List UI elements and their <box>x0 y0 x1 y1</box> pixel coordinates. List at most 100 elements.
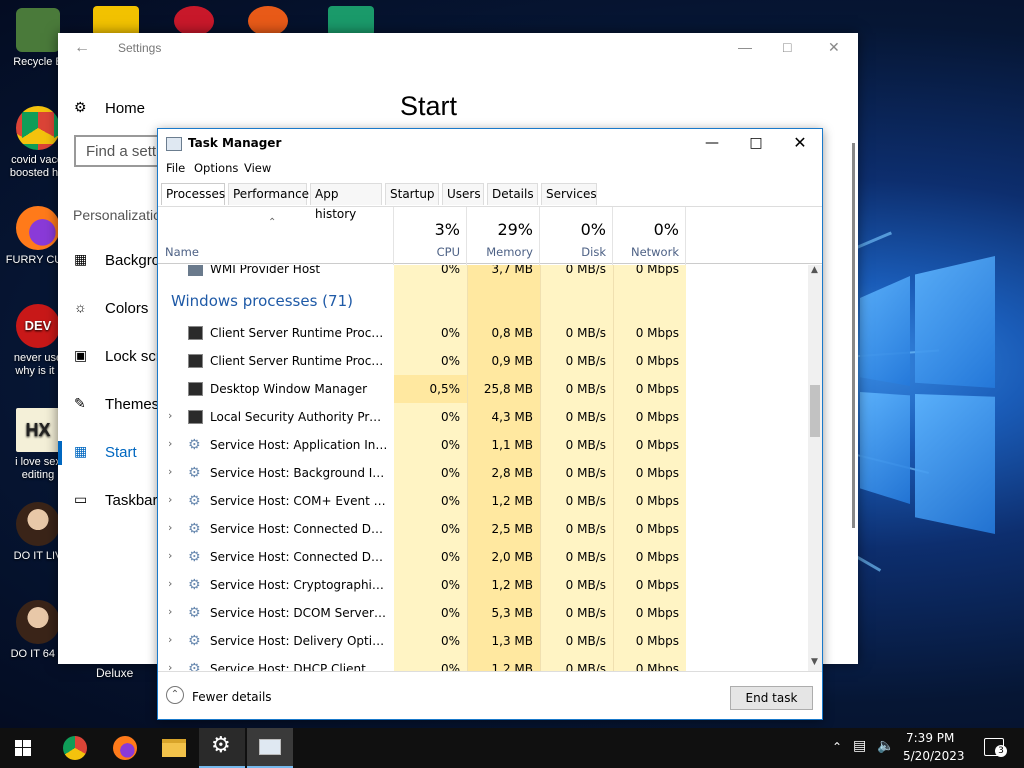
clock-time[interactable]: 7:39 PM <box>906 731 954 745</box>
header-memory[interactable]: 29% Memory <box>467 207 540 265</box>
table-row[interactable]: › Local Security Authority Proc... 0% 4,3 M… <box>158 403 808 431</box>
chevron-right-icon[interactable]: › <box>168 577 172 590</box>
windows-logo-pane <box>915 256 995 388</box>
maximize-icon[interactable]: □ <box>783 39 791 55</box>
chevron-up-icon[interactable]: ⌃ <box>832 740 842 754</box>
process-name: Service Host: Background Int... <box>210 466 388 480</box>
memory-value: 1,2 MB <box>491 578 533 592</box>
desktop-app-icon[interactable] <box>174 6 214 36</box>
process-name: Service Host: Connected Devi... <box>210 522 388 536</box>
volume-icon[interactable]: 🔈 <box>877 738 894 754</box>
monitor-icon: ▣ <box>74 347 88 363</box>
picture-icon: ▦ <box>74 251 88 267</box>
chevron-right-icon[interactable]: › <box>168 409 172 422</box>
firefox-icon <box>16 206 60 250</box>
settings-icon: ⚙ <box>211 733 231 758</box>
network-icon[interactable]: ▤ <box>853 738 866 754</box>
header-cpu[interactable]: 3% CPU <box>394 207 467 265</box>
memory-value: 2,5 MB <box>491 522 533 536</box>
table-row[interactable]: › ⚙ Service Host: Connected Devi... 0% 2,5 M… <box>158 515 808 543</box>
process-name: Service Host: Cryptographic ... <box>210 578 388 592</box>
header-disk[interactable]: 0% Disk <box>540 207 613 265</box>
desktop-app-icon[interactable] <box>328 6 374 36</box>
disk-value: 0 MB/s <box>565 382 606 396</box>
clock-date[interactable]: 5/20/2023 <box>903 749 965 763</box>
settings-scrollbar[interactable] <box>852 143 855 528</box>
app-window-icon <box>188 354 203 368</box>
chevron-right-icon[interactable]: › <box>168 633 172 646</box>
tab-users[interactable]: Users <box>442 183 484 205</box>
chevron-right-icon[interactable]: › <box>168 465 172 478</box>
tab-processes[interactable]: Processes <box>161 183 225 205</box>
cpu-value: 0% <box>440 410 460 424</box>
scroll-down-icon[interactable]: ▼ <box>811 657 818 667</box>
close-icon[interactable]: ✕ <box>778 129 822 159</box>
table-row[interactable]: › ⚙ Service Host: Delivery Optim... 0% 1,3 M… <box>158 627 808 655</box>
minimize-icon[interactable]: — <box>738 39 752 55</box>
chevron-right-icon[interactable]: › <box>168 521 172 534</box>
table-row[interactable]: › ⚙ Service Host: Application Inf... 0% 1,1 … <box>158 431 808 459</box>
header-network[interactable]: 0% Network <box>613 207 686 265</box>
maximize-icon[interactable]: □ <box>734 129 778 159</box>
section-heading: Personalizatio <box>73 207 161 223</box>
table-row[interactable]: › ⚙ Service Host: DHCP Client 0% 1,2 MB 0 MB/… <box>158 655 808 671</box>
vertical-scrollbar[interactable]: ▲ ▼ <box>808 265 822 671</box>
table-row[interactable]: Client Server Runtime Process 0% 0,8 MB 0 M… <box>158 319 808 347</box>
desktop-app-icon[interactable] <box>248 6 288 36</box>
devcpp-icon: DEV <box>16 304 60 348</box>
end-task-button[interactable]: End task <box>730 686 813 710</box>
nav-label: Start <box>105 444 137 461</box>
scroll-up-icon[interactable]: ▲ <box>811 265 818 275</box>
cpu-value: 0% <box>440 662 460 671</box>
fewer-details-link[interactable]: Fewer details <box>192 690 272 704</box>
tab-app-history[interactable]: App history <box>310 183 382 221</box>
taskbar-firefox[interactable] <box>101 728 147 768</box>
table-row[interactable]: Desktop Window Manager 0,5% 25,8 MB 0 MB/s 0… <box>158 375 808 403</box>
menu-view[interactable]: View <box>244 161 271 175</box>
taskbar-task-manager[interactable] <box>247 728 293 768</box>
chevron-right-icon[interactable]: › <box>168 605 172 618</box>
windows-logo-pane <box>860 276 910 386</box>
scrollbar-thumb[interactable] <box>810 385 820 437</box>
search-input[interactable]: Find a setti <box>74 135 164 167</box>
table-row[interactable]: › ⚙ Service Host: Connected Devi... 0% 2,0 M… <box>158 543 808 571</box>
table-row[interactable]: › ⚙ Service Host: COM+ Event Sy... 0% 1,2 MB… <box>158 487 808 515</box>
taskbar-file-explorer[interactable] <box>151 728 197 768</box>
memory-value: 0,8 MB <box>491 326 533 340</box>
minimize-icon[interactable]: — <box>690 129 734 159</box>
chevron-up-icon[interactable]: ⌃ <box>166 686 184 704</box>
chevron-right-icon[interactable]: › <box>168 437 172 450</box>
table-row[interactable]: WMI Provider Host 0% 3,7 MB 0 MB/s 0 Mbp… <box>158 265 808 283</box>
table-row[interactable]: › ⚙ Service Host: Cryptographic ... 0% 1,2 M… <box>158 571 808 599</box>
memory-value: 2,0 MB <box>491 550 533 564</box>
table-row[interactable]: › ⚙ Service Host: DCOM Server ... 0% 5,3 MB 0… <box>158 599 808 627</box>
tab-details[interactable]: Details <box>487 183 538 205</box>
notification-icon[interactable]: 3 <box>984 738 1007 757</box>
menu-file[interactable]: File <box>166 161 185 175</box>
chevron-right-icon[interactable]: › <box>168 493 172 506</box>
taskbar-settings[interactable]: ⚙ <box>199 728 245 768</box>
tab-startup[interactable]: Startup <box>385 183 439 205</box>
start-button[interactable] <box>0 728 46 768</box>
close-icon[interactable]: ✕ <box>828 39 840 56</box>
table-row[interactable]: › ⚙ Service Host: Background Int... 0% 2,8 M… <box>158 459 808 487</box>
task-manager-footer: ⌃ Fewer details End task <box>158 671 822 719</box>
chevron-right-icon[interactable]: › <box>168 661 172 671</box>
tab-performance[interactable]: Performance <box>228 183 309 205</box>
header-name[interactable]: ⌃ Name <box>158 207 394 265</box>
chrome-icon <box>16 106 60 150</box>
tab-services[interactable]: Services <box>541 183 597 205</box>
brush-icon: ✎ <box>74 395 86 411</box>
desktop-app-icon[interactable] <box>93 6 139 36</box>
hxd-icon: HX <box>16 408 60 452</box>
cpu-value: 0% <box>440 354 460 368</box>
back-arrow-icon[interactable]: ← <box>74 39 90 57</box>
recycle-bin-icon <box>16 8 60 52</box>
chevron-right-icon[interactable]: › <box>168 549 172 562</box>
disk-value: 0 MB/s <box>565 522 606 536</box>
table-row[interactable]: Client Server Runtime Process 0% 0,9 MB 0 M… <box>158 347 808 375</box>
settings-nav-home[interactable]: ⚙ Home <box>58 89 198 129</box>
gear-icon: ⚙ <box>74 99 87 115</box>
taskbar-chrome[interactable] <box>51 728 97 768</box>
menu-options[interactable]: Options <box>194 161 238 175</box>
